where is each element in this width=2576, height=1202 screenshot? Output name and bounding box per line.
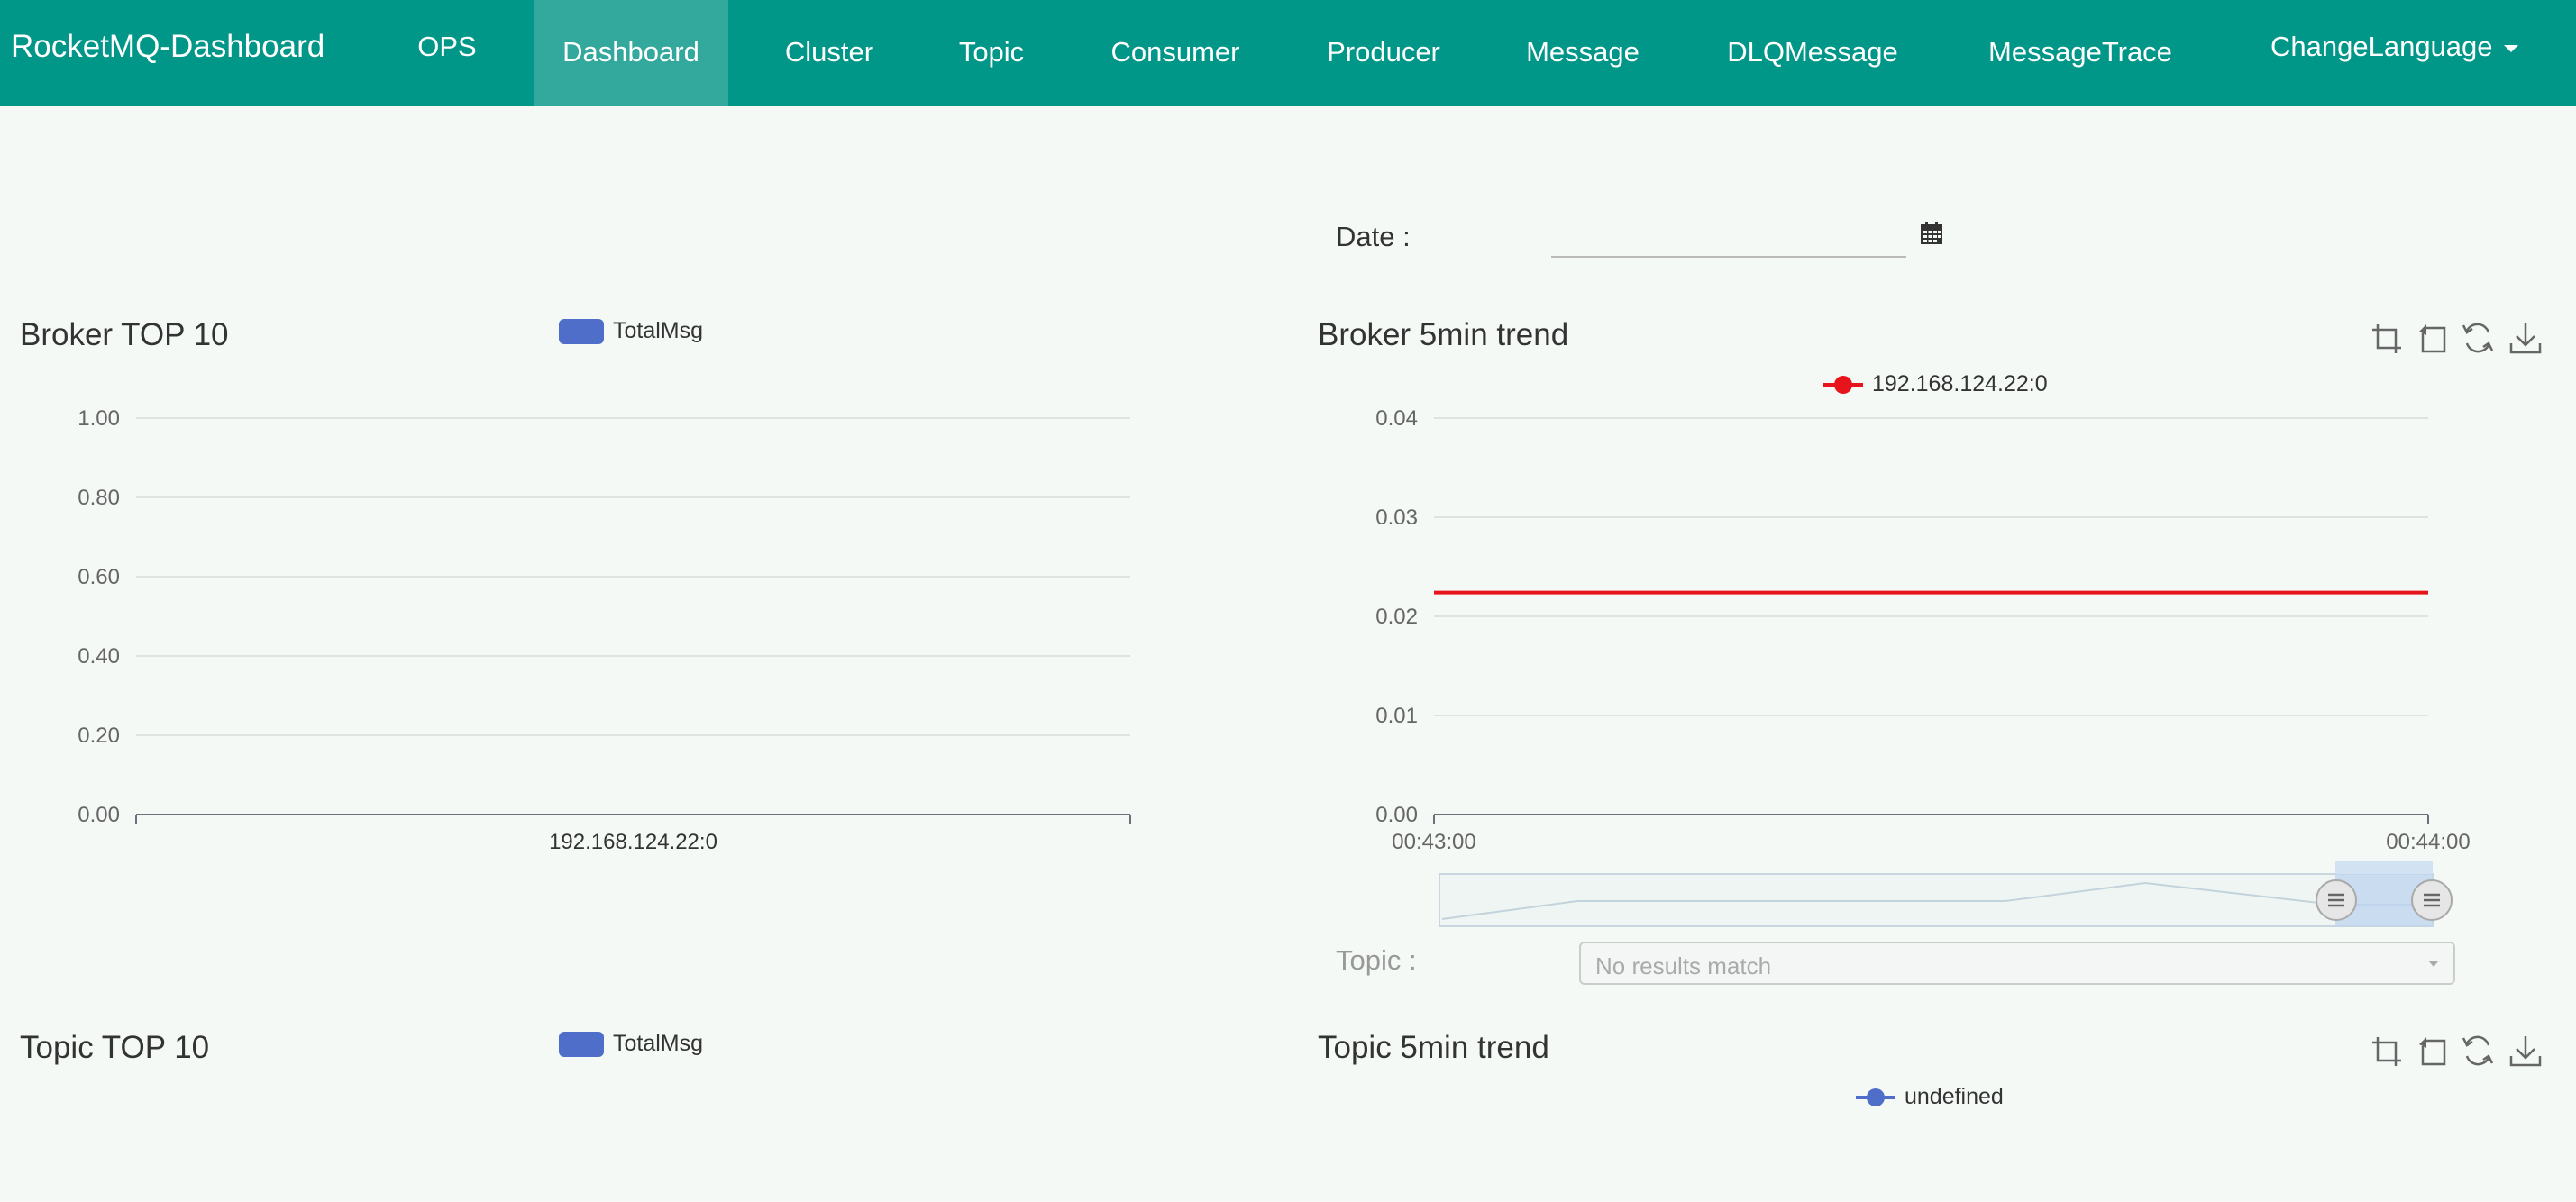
y-tick-label: 0.02 bbox=[1375, 605, 1418, 629]
nav-cluster[interactable]: Cluster bbox=[762, 0, 897, 106]
x-tick-label: 00:44:00 bbox=[2386, 830, 2470, 854]
topic-top10-title: Topic TOP 10 bbox=[20, 1030, 210, 1065]
topic-select-placeholder: No results match bbox=[1595, 952, 1772, 979]
nav-dlqmessage[interactable]: DLQMessage bbox=[1715, 0, 1910, 106]
zoom-reset-icon[interactable] bbox=[2416, 1034, 2452, 1070]
data-zoom-handle-left bbox=[2316, 879, 2357, 921]
nav-ops[interactable]: OPS bbox=[397, 0, 498, 106]
nav-topic[interactable]: Topic bbox=[944, 0, 1039, 106]
legend-swatch bbox=[559, 1032, 604, 1058]
nav-producer[interactable]: Producer bbox=[1315, 0, 1452, 106]
date-input[interactable] bbox=[1551, 214, 1906, 258]
y-tick-label: 1.00 bbox=[78, 406, 120, 431]
data-zoom-handle-right bbox=[2411, 879, 2453, 921]
topic-top10-legend[interactable]: TotalMsg bbox=[559, 1031, 704, 1058]
topic-label: Topic : bbox=[1336, 944, 1417, 976]
data-zoom-range-bar bbox=[2335, 861, 2433, 874]
chevron-down-icon bbox=[2428, 961, 2439, 967]
caret-down-icon bbox=[2503, 44, 2518, 52]
data-zoom-track bbox=[1439, 873, 2434, 927]
y-tick-label: 0.60 bbox=[78, 565, 120, 589]
x-tick-label: 00:43:00 bbox=[1392, 830, 1475, 854]
data-zoom-slider[interactable] bbox=[0, 0, 2576, 1202]
zoom-icon[interactable] bbox=[2369, 1034, 2405, 1070]
nav-consumer[interactable]: Consumer bbox=[1093, 0, 1257, 106]
change-language-dropdown[interactable]: ChangeLanguage bbox=[2270, 0, 2518, 94]
restore-icon[interactable] bbox=[2460, 320, 2496, 356]
legend-swatch bbox=[559, 319, 604, 345]
broker-top10-legend-label: TotalMsg bbox=[613, 318, 704, 343]
brand-logo[interactable]: RocketMQ-Dashboard bbox=[11, 0, 324, 94]
y-tick-label: 0.20 bbox=[78, 724, 120, 748]
top-navbar: RocketMQ-Dashboard OPS Dashboard Cluster… bbox=[0, 0, 2576, 106]
broker-top10-chart: 0.00 0.20 0.40 0.60 0.80 1.00 192.168.124.22:0 bbox=[78, 406, 1131, 854]
legend-line-marker bbox=[1823, 376, 1863, 395]
topic-trend-legend[interactable]: undefined bbox=[1854, 1084, 2004, 1110]
data-zoom-selected-range bbox=[2335, 874, 2433, 926]
y-tick-label: 0.04 bbox=[1375, 406, 1418, 431]
y-tick-label: 0.01 bbox=[1375, 704, 1418, 728]
y-tick-label: 0.40 bbox=[78, 644, 120, 669]
date-label: Date : bbox=[1336, 221, 1411, 252]
nav-messagetrace[interactable]: MessageTrace bbox=[1977, 0, 2184, 106]
topic-top10-legend-label: TotalMsg bbox=[613, 1031, 704, 1056]
x-tick-label: 192.168.124.22:0 bbox=[549, 830, 717, 854]
broker-trend-legend-label: 192.168.124.22:0 bbox=[1872, 371, 2048, 396]
topic-trend-title: Topic 5min trend bbox=[1318, 1030, 1549, 1065]
y-tick-label: 0.00 bbox=[78, 803, 120, 827]
topic-trend-legend-label: undefined bbox=[1905, 1084, 2004, 1109]
zoom-reset-icon[interactable] bbox=[2416, 321, 2452, 357]
change-language-label: ChangeLanguage bbox=[2270, 31, 2493, 62]
broker-trend-title: Broker 5min trend bbox=[1318, 317, 1569, 352]
zoom-icon[interactable] bbox=[2369, 321, 2405, 357]
nav-message[interactable]: Message bbox=[1517, 0, 1649, 106]
download-icon[interactable] bbox=[2507, 1033, 2544, 1069]
topic-select[interactable]: No results match bbox=[1579, 942, 2455, 985]
restore-icon[interactable] bbox=[2460, 1033, 2496, 1069]
y-tick-label: 0.80 bbox=[78, 486, 120, 510]
broker-trend-chart: 0.00 0.01 0.02 0.03 0.04 00:43:00 00:44:00 bbox=[1375, 406, 2470, 854]
broker-trend-legend[interactable]: 192.168.124.22:0 bbox=[1822, 371, 2048, 397]
data-zoom-preview-line bbox=[1441, 881, 2433, 920]
broker-top10-title: Broker TOP 10 bbox=[20, 317, 229, 352]
download-icon[interactable] bbox=[2507, 320, 2544, 356]
y-tick-label: 0.00 bbox=[1375, 803, 1418, 827]
calendar-icon[interactable] bbox=[1918, 220, 1945, 247]
y-tick-label: 0.03 bbox=[1375, 505, 1418, 530]
nav-dashboard[interactable]: Dashboard bbox=[534, 0, 728, 106]
legend-line-marker bbox=[1856, 1088, 1895, 1107]
broker-top10-legend[interactable]: TotalMsg bbox=[559, 318, 704, 345]
